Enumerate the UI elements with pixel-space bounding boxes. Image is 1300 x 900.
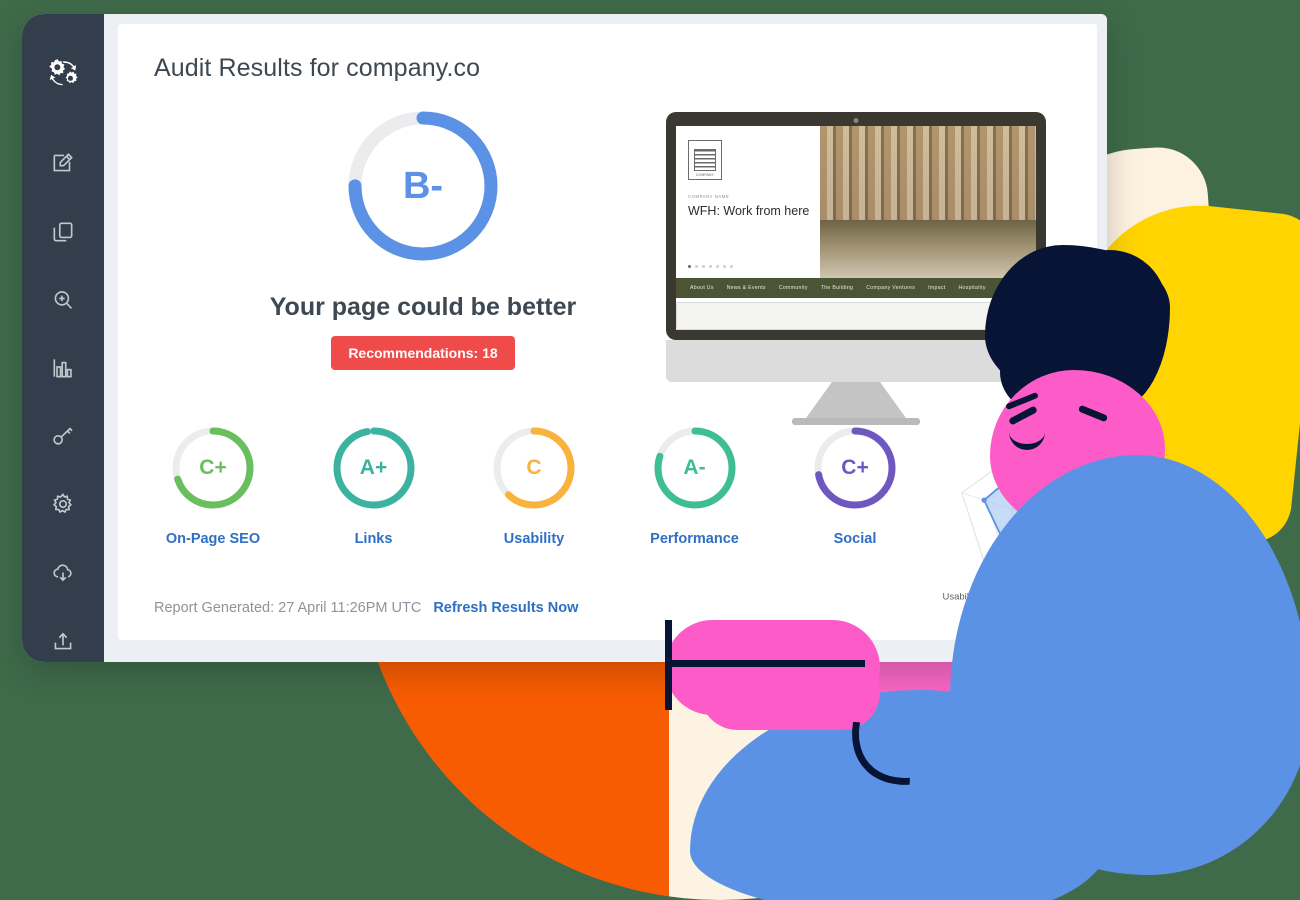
overall-headline: Your page could be better bbox=[269, 293, 577, 321]
subscore-label: Links bbox=[354, 531, 393, 547]
radar-data-point bbox=[1061, 553, 1068, 559]
radar-axis-label: Performance bbox=[1094, 591, 1107, 602]
preview-nav-item[interactable]: About Us bbox=[690, 285, 714, 291]
radar-data-point bbox=[981, 497, 987, 503]
subscore-grade: C+ bbox=[841, 456, 869, 479]
preview-headline: WFH: Work from here bbox=[688, 204, 810, 218]
edit-icon[interactable] bbox=[40, 142, 86, 184]
preview-body-placeholder bbox=[676, 302, 1036, 330]
subscore-label: Performance bbox=[650, 531, 739, 547]
gear-icon[interactable] bbox=[40, 483, 86, 525]
subscore-grade: A+ bbox=[359, 456, 388, 479]
preview-nav-item[interactable]: The Building bbox=[821, 285, 853, 291]
monitor-base bbox=[792, 418, 920, 425]
screenshot-root: Audit Results for company.co B- Your pag… bbox=[0, 0, 1300, 900]
radar-axis-label: On-Page SEO bbox=[1006, 414, 1067, 425]
preview-carousel-dots[interactable] bbox=[688, 265, 733, 268]
carousel-dot[interactable] bbox=[709, 265, 712, 268]
website-preview-monitor: COMPANY COMPANY NAME WFH: Work from here… bbox=[666, 112, 1046, 425]
sidebar bbox=[22, 14, 104, 662]
radar-data-point bbox=[1094, 494, 1100, 500]
subscore-performance[interactable]: A- Performance bbox=[636, 422, 754, 547]
radar-data-point bbox=[1006, 550, 1013, 557]
subscore-grade: A- bbox=[683, 456, 706, 479]
radar-chart: On-Page SEO Performance Usability bbox=[918, 409, 1107, 624]
subscore-ring: C+ bbox=[167, 422, 259, 514]
carousel-dot[interactable] bbox=[702, 265, 705, 268]
radar-svg: On-Page SEO Performance Usability bbox=[942, 414, 1107, 602]
preview-nav-item[interactable]: Company Ventures bbox=[866, 285, 915, 291]
carousel-dot[interactable] bbox=[716, 265, 719, 268]
preview-nav-item[interactable]: Community bbox=[779, 285, 808, 291]
subscore-usability[interactable]: C Usability bbox=[475, 422, 593, 547]
subscore-ring: A- bbox=[649, 422, 741, 514]
monitor-chin bbox=[666, 340, 1046, 382]
subscore-label: Usability bbox=[503, 531, 565, 547]
logo-text: COMPANY bbox=[695, 173, 715, 177]
app-window: Audit Results for company.co B- Your pag… bbox=[22, 14, 1107, 662]
upload-icon[interactable] bbox=[40, 620, 86, 662]
cloud-download-icon[interactable] bbox=[40, 552, 86, 594]
preview-nav: About Us News & Events Community The Buildi… bbox=[676, 278, 1036, 298]
webcam-dot bbox=[853, 118, 859, 123]
page-title: Audit Results for company.co bbox=[154, 54, 481, 82]
radar-data-point bbox=[1033, 453, 1039, 459]
recommendations-badge[interactable]: Recommendations: 18 bbox=[331, 336, 515, 370]
report-generated-text: Report Generated: 27 April 11:26PM UTC bbox=[154, 600, 422, 616]
audit-card: Audit Results for company.co B- Your pag… bbox=[118, 24, 1107, 640]
subscore-grade: C+ bbox=[199, 456, 227, 479]
preview-hero: COMPANY COMPANY NAME WFH: Work from here bbox=[676, 126, 1036, 278]
carousel-dot[interactable] bbox=[688, 265, 691, 268]
preview-hero-left: COMPANY COMPANY NAME WFH: Work from here bbox=[676, 126, 820, 278]
overall-grade: B- bbox=[402, 164, 444, 207]
preview-nav-item[interactable]: News & Events bbox=[727, 285, 766, 291]
subscore-links[interactable]: A+ Links bbox=[315, 422, 433, 547]
preview-nav-item[interactable]: Hospitality bbox=[959, 285, 986, 291]
carousel-dot[interactable] bbox=[723, 265, 726, 268]
gear-refresh-logo[interactable] bbox=[40, 52, 86, 94]
subscore-social[interactable]: C+ Social bbox=[796, 422, 914, 547]
bar-chart-icon[interactable] bbox=[40, 347, 86, 389]
subscore-ring: C bbox=[488, 422, 580, 514]
character-body-left bbox=[690, 690, 1110, 900]
files-icon[interactable] bbox=[40, 210, 86, 252]
subscore-grade: C bbox=[526, 456, 542, 479]
subscore-on-page-seo[interactable]: C+ On-Page SEO bbox=[154, 422, 272, 547]
key-icon[interactable] bbox=[40, 415, 86, 457]
subscore-label: Social bbox=[833, 531, 877, 547]
subscore-list: C+ On-Page SEO A+ Links C Usability A- Performa… bbox=[154, 422, 914, 547]
preview-screen[interactable]: COMPANY COMPANY NAME WFH: Work from here… bbox=[676, 126, 1036, 330]
content-area: Audit Results for company.co B- Your pag… bbox=[104, 14, 1107, 662]
logo-mark bbox=[694, 149, 716, 171]
zoom-in-icon[interactable] bbox=[40, 279, 86, 321]
subscore-ring: A+ bbox=[328, 422, 420, 514]
monitor-stand bbox=[806, 382, 906, 418]
preview-company-logo: COMPANY bbox=[688, 140, 722, 180]
overall-score-ring: B- bbox=[343, 106, 503, 266]
carousel-dot[interactable] bbox=[730, 265, 733, 268]
character-hand-2 bbox=[700, 655, 880, 730]
preview-nav-item[interactable]: Jobs bbox=[999, 285, 1011, 291]
carousel-dot[interactable] bbox=[695, 265, 698, 268]
card-footer: Report Generated: 27 April 11:26PM UTC R… bbox=[154, 600, 578, 616]
refresh-results-link[interactable]: Refresh Results Now bbox=[433, 600, 578, 616]
preview-eyebrow: COMPANY NAME bbox=[688, 194, 730, 199]
subscore-ring: C+ bbox=[809, 422, 901, 514]
preview-nav-item[interactable]: Impact bbox=[928, 285, 945, 291]
monitor-bezel: COMPANY COMPANY NAME WFH: Work from here… bbox=[666, 112, 1046, 340]
subscore-label: On-Page SEO bbox=[165, 531, 261, 547]
overall-score-block: B- Your page could be better Recommendat… bbox=[263, 106, 583, 370]
preview-hero-photo bbox=[820, 126, 1036, 278]
radar-axis-label: Usability bbox=[942, 591, 978, 602]
